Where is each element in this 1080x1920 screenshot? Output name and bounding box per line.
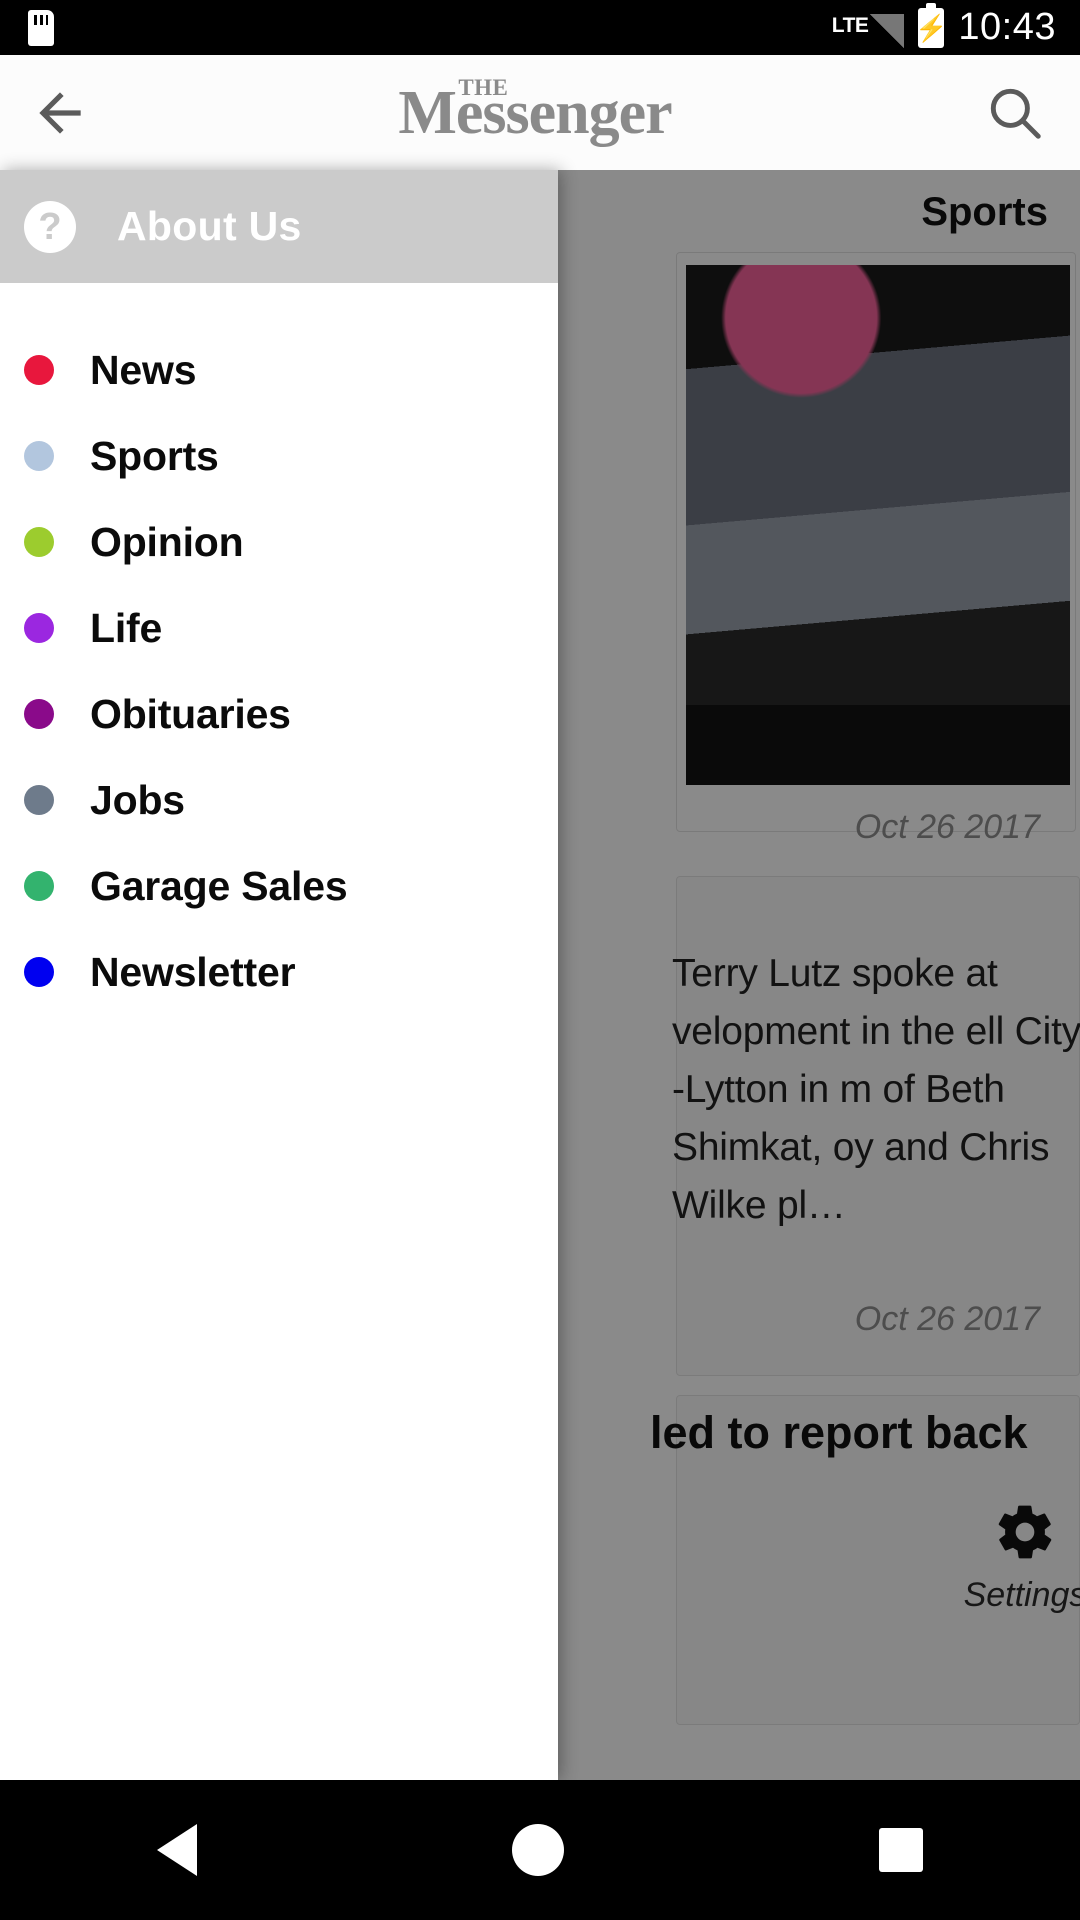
brand-prefix-label: THE	[458, 74, 509, 100]
help-circle-icon: ?	[24, 200, 76, 253]
color-dot-icon	[24, 527, 54, 557]
color-dot-icon	[24, 957, 54, 987]
drawer-item-garage-sales[interactable]: Garage Sales	[0, 843, 558, 929]
drawer-item-label: Garage Sales	[90, 862, 348, 909]
network-type-label: LTE	[831, 13, 869, 37]
back-arrow-icon	[39, 91, 81, 134]
search-icon	[990, 88, 1041, 139]
nav-recents-square-icon[interactable]	[878, 1828, 923, 1872]
search-button[interactable]	[950, 82, 1080, 144]
drawer-item-label: Sports	[90, 432, 219, 479]
battery-bolt-glyph: ⚡	[915, 12, 948, 43]
color-dot-icon	[24, 699, 54, 729]
system-navigation-bar	[0, 1780, 1080, 1920]
nav-back-triangle-icon[interactable]	[157, 1824, 198, 1876]
brand-wordmark: THE Messenger	[398, 76, 672, 147]
phone-screen: LTE ⚡ 10:43 THE Messenger Sports Oct 26 …	[0, 0, 1080, 1920]
status-bar-left	[0, 9, 54, 46]
signal-triangle-icon	[870, 13, 905, 48]
status-bar-right: LTE ⚡ 10:43	[832, 2, 1080, 49]
color-dot-icon	[24, 785, 54, 815]
drawer-menu-list: News Sports Opinion Life Obituaries Jobs Garag…	[0, 283, 558, 1015]
drawer-item-label: Jobs	[90, 776, 185, 823]
drawer-item-about-us[interactable]: ? About Us	[0, 170, 558, 283]
drawer-item-sports[interactable]: Sports	[0, 413, 558, 499]
color-dot-icon	[24, 355, 54, 385]
drawer-item-label: Opinion	[90, 518, 244, 565]
signal-bars-icon: LTE	[832, 8, 905, 48]
drawer-item-label: Obituaries	[90, 690, 291, 737]
sd-card-icon	[28, 9, 54, 46]
drawer-item-label: Newsletter	[90, 948, 296, 995]
battery-charging-icon: ⚡	[915, 2, 948, 48]
drawer-item-news[interactable]: News	[0, 327, 558, 413]
drawer-item-life[interactable]: Life	[0, 585, 558, 671]
drawer-item-newsletter[interactable]: Newsletter	[0, 929, 558, 1015]
color-dot-icon	[24, 613, 54, 643]
drawer-item-obituaries[interactable]: Obituaries	[0, 671, 558, 757]
drawer-item-jobs[interactable]: Jobs	[0, 757, 558, 843]
drawer-item-label: Life	[90, 604, 163, 651]
brand-name-label: Messenger	[398, 78, 672, 147]
nav-home-circle-icon[interactable]	[511, 1824, 564, 1876]
drawer-item-opinion[interactable]: Opinion	[0, 499, 558, 585]
app-bar: THE Messenger	[0, 55, 1080, 170]
back-button[interactable]	[0, 82, 120, 144]
brand-logo: THE Messenger	[120, 76, 950, 147]
navigation-drawer: ? About Us News Sports Opinion Life Obituari…	[0, 170, 558, 1780]
drawer-item-label: News	[90, 346, 197, 393]
status-bar: LTE ⚡ 10:43	[0, 0, 1080, 55]
color-dot-icon	[24, 871, 54, 901]
color-dot-icon	[24, 441, 54, 471]
drawer-header-label: About Us	[117, 203, 302, 249]
status-bar-clock: 10:43	[958, 6, 1056, 48]
